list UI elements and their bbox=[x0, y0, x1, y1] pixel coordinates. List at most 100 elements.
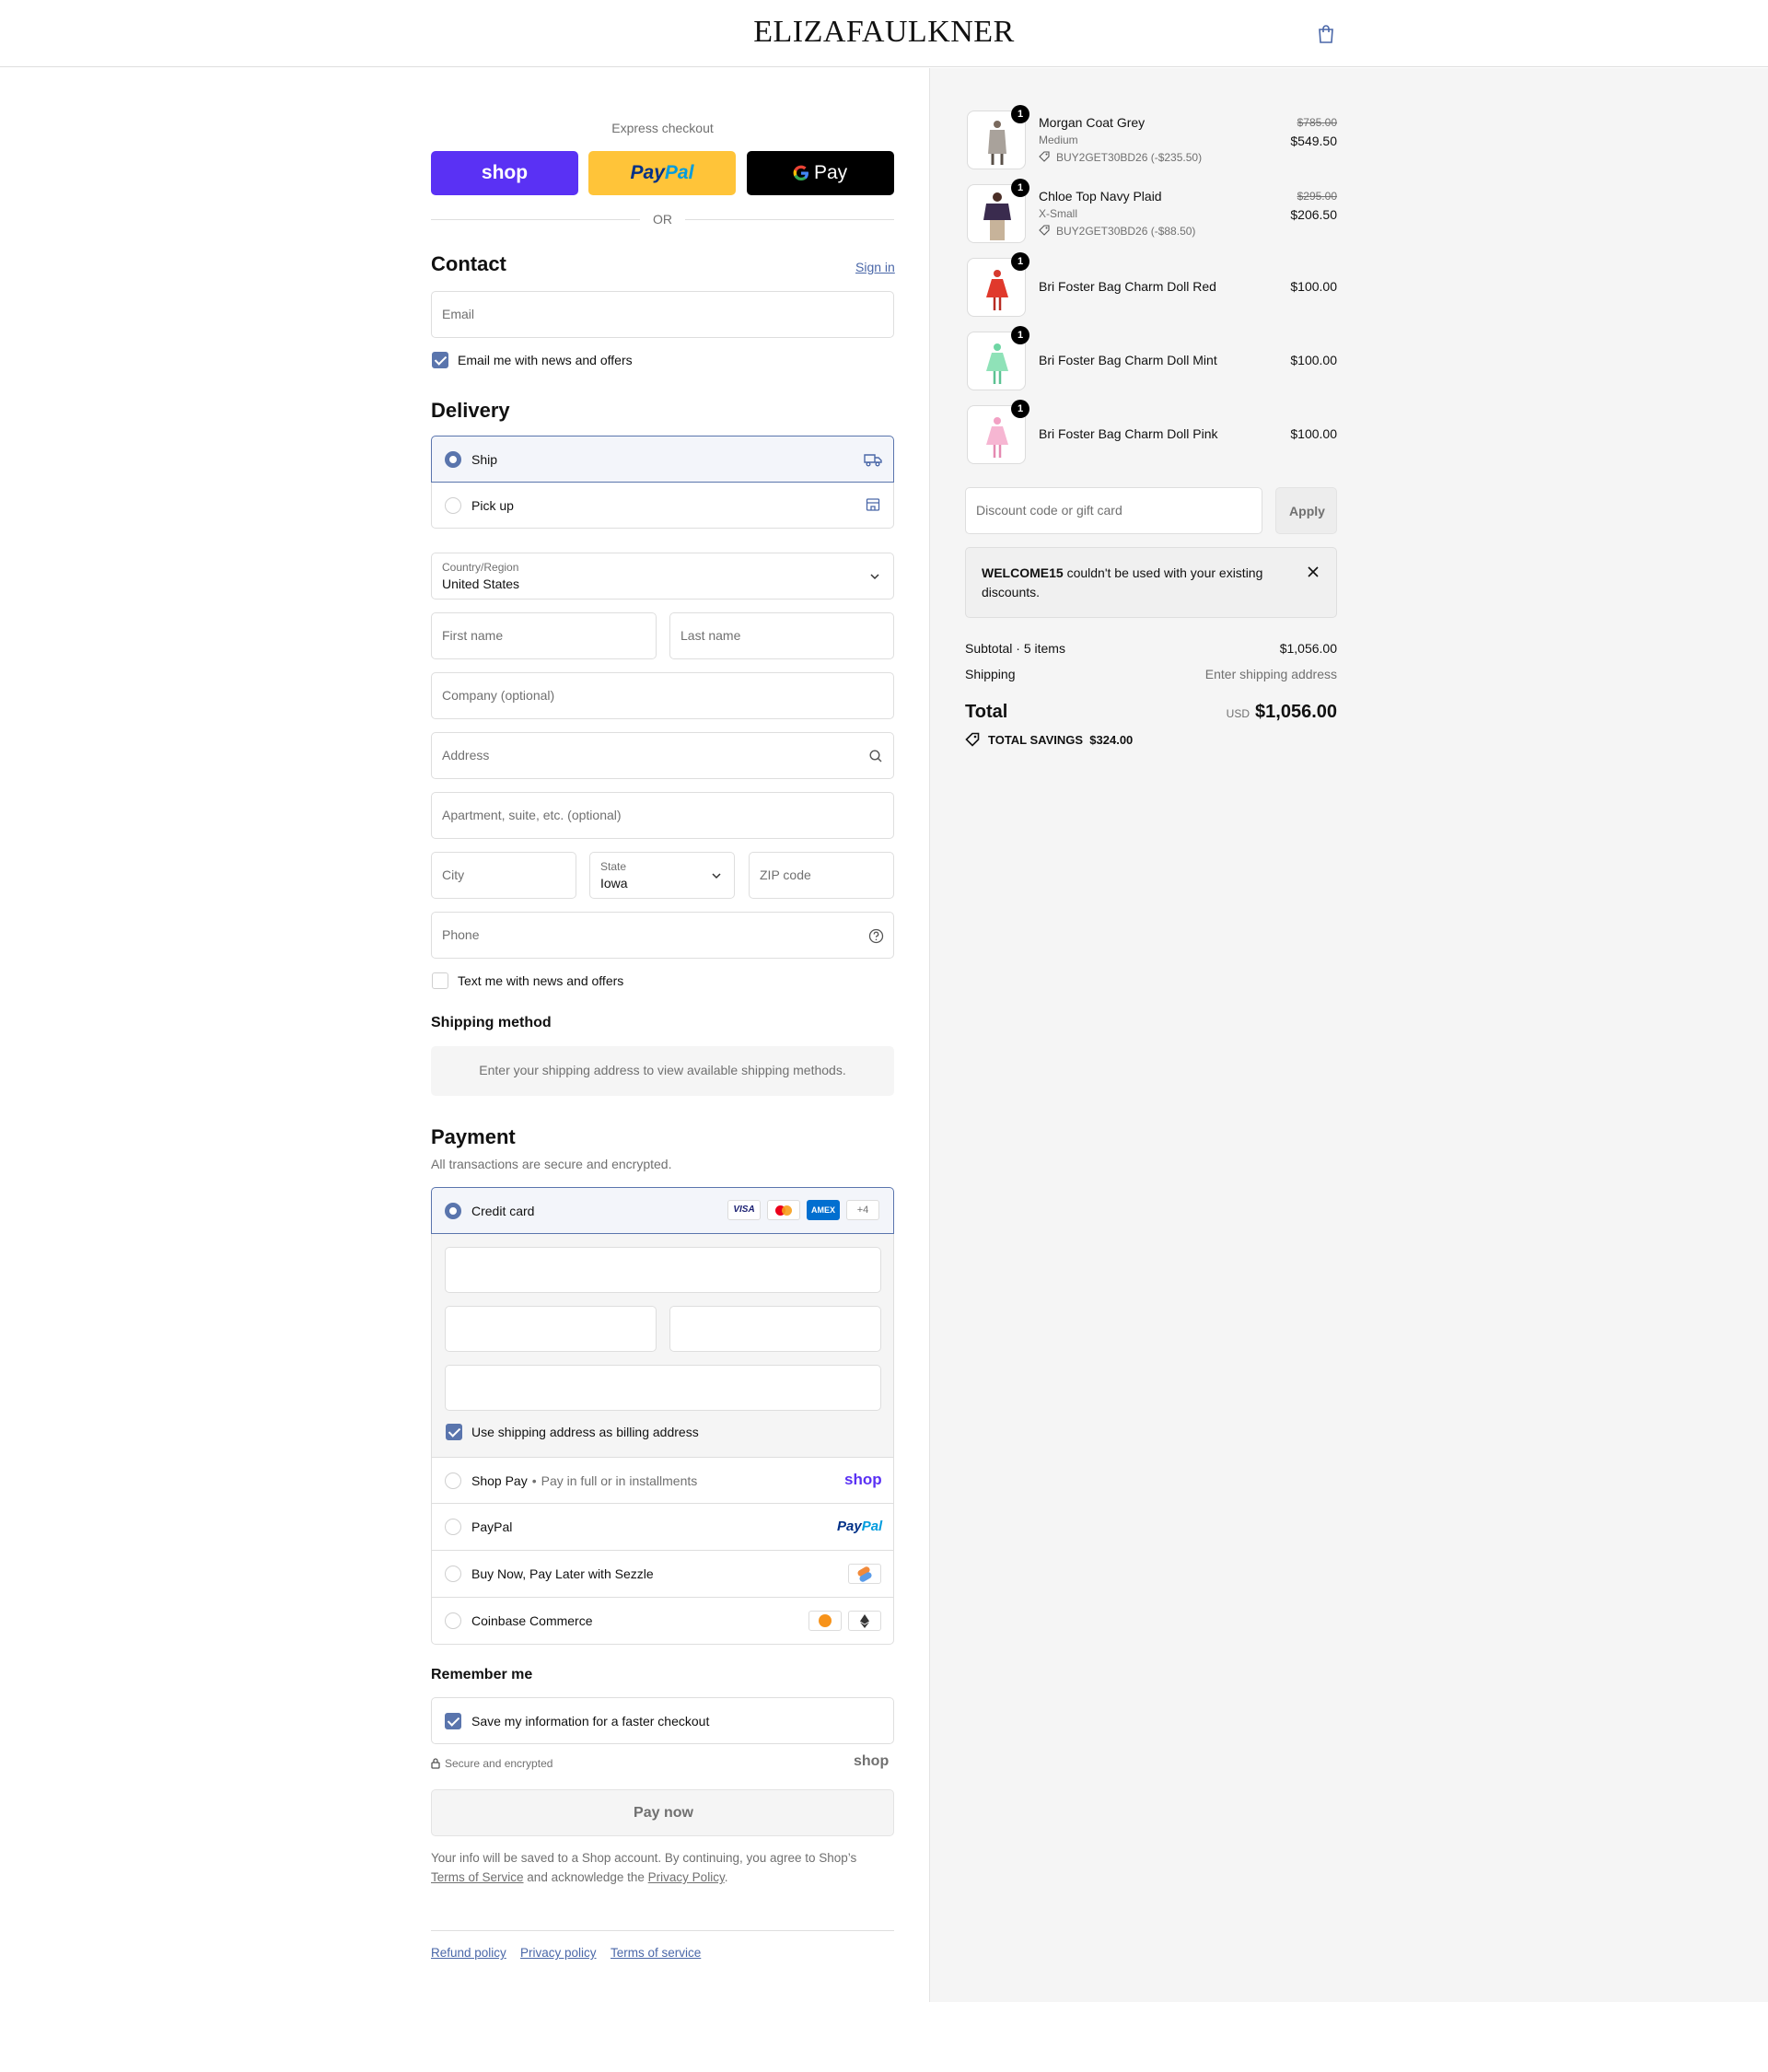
help-circle-icon[interactable] bbox=[868, 928, 884, 944]
subtotal-label: Subtotal · 5 items bbox=[965, 641, 1065, 656]
item-price: $549.50 bbox=[1290, 134, 1337, 148]
shop-pay-label: Shop Pay bbox=[471, 1473, 528, 1488]
discount-code-field[interactable]: Discount code or gift card bbox=[965, 487, 1262, 534]
item-name: Bri Foster Bag Charm Doll Mint bbox=[1039, 353, 1217, 367]
quantity-badge: 1 bbox=[1011, 326, 1029, 344]
shipping-value: Enter shipping address bbox=[1204, 667, 1337, 681]
google-pay-express-button[interactable]: Pay bbox=[747, 151, 894, 195]
text-news-checkbox[interactable] bbox=[432, 972, 448, 989]
chevron-down-icon bbox=[712, 873, 721, 879]
payment-heading: Payment bbox=[431, 1125, 516, 1148]
shop-logo: shop bbox=[854, 1753, 890, 1769]
pickup-option[interactable]: Pick up bbox=[431, 483, 894, 529]
address-field[interactable]: Address bbox=[431, 732, 894, 779]
save-info-checkbox[interactable] bbox=[445, 1713, 461, 1729]
divider bbox=[685, 219, 894, 220]
state-value: Iowa bbox=[600, 876, 628, 890]
truck-icon bbox=[864, 454, 882, 467]
apartment-field[interactable]: Apartment, suite, etc. (optional) bbox=[431, 792, 894, 839]
phone-field[interactable]: Phone bbox=[431, 912, 894, 959]
express-checkout-label: Express checkout bbox=[611, 121, 714, 135]
item-price: $206.50 bbox=[1290, 207, 1337, 222]
remember-me-heading: Remember me bbox=[431, 1667, 533, 1682]
first-name-field[interactable]: First name bbox=[431, 612, 657, 659]
sezzle-option[interactable]: Buy Now, Pay Later with Sezzle bbox=[431, 1551, 894, 1598]
total-label: Total bbox=[965, 702, 1008, 722]
privacy-policy-footer-link[interactable]: Privacy policy bbox=[520, 1946, 597, 1960]
item-original-price: $295.00 bbox=[1297, 190, 1337, 203]
country-select[interactable]: Country/Region United States bbox=[431, 553, 894, 599]
credit-card-radio[interactable] bbox=[445, 1203, 461, 1219]
email-field[interactable]: Email bbox=[431, 291, 894, 338]
item-name: Bri Foster Bag Charm Doll Pink bbox=[1039, 426, 1218, 441]
credit-card-form: Use shipping address as billing address bbox=[431, 1234, 894, 1457]
close-icon[interactable] bbox=[1308, 566, 1319, 577]
billing-address-checkbox[interactable] bbox=[446, 1424, 462, 1440]
item-price: $100.00 bbox=[1290, 353, 1337, 367]
text-news-label: Text me with news and offers bbox=[458, 973, 624, 988]
discount-tag-icon bbox=[1039, 151, 1050, 162]
total-value: $1,056.00 bbox=[1255, 702, 1337, 722]
gpay-label: Pay bbox=[814, 162, 848, 183]
state-select[interactable]: State Iowa bbox=[589, 852, 735, 899]
secure-label: Secure and encrypted bbox=[445, 1757, 553, 1770]
currency-code: USD bbox=[1226, 707, 1250, 720]
subtotal-value: $1,056.00 bbox=[1279, 641, 1337, 656]
shipping-method-notice: Enter your shipping address to view avai… bbox=[431, 1046, 894, 1096]
ship-option[interactable]: Ship bbox=[431, 436, 894, 483]
pay-now-button[interactable]: Pay now bbox=[431, 1789, 894, 1836]
credit-card-option[interactable]: Credit card VISA AMEX +4 bbox=[431, 1187, 894, 1234]
paypal-logo: PayPal bbox=[630, 162, 694, 183]
shopping-bag-icon[interactable] bbox=[1317, 24, 1335, 44]
sign-in-link[interactable]: Sign in bbox=[855, 260, 895, 274]
refund-policy-link[interactable]: Refund policy bbox=[431, 1946, 506, 1960]
terms-of-service-footer-link[interactable]: Terms of service bbox=[611, 1946, 701, 1960]
item-original-price: $785.00 bbox=[1297, 116, 1337, 129]
shop-pay-express-button[interactable]: shop bbox=[431, 151, 578, 195]
shop-pay-logo: shop bbox=[844, 1471, 882, 1488]
terms-of-service-link[interactable]: Terms of Service bbox=[431, 1870, 524, 1884]
city-field[interactable]: City bbox=[431, 852, 576, 899]
paypal-option[interactable]: PayPal PayPal bbox=[431, 1504, 894, 1551]
delivery-heading: Delivery bbox=[431, 399, 510, 422]
sezzle-label: Buy Now, Pay Later with Sezzle bbox=[471, 1566, 654, 1581]
coinbase-radio[interactable] bbox=[445, 1612, 461, 1629]
apply-discount-button[interactable]: Apply bbox=[1275, 487, 1337, 534]
ship-radio[interactable] bbox=[445, 451, 461, 468]
privacy-policy-link[interactable]: Privacy Policy bbox=[648, 1870, 725, 1884]
lock-icon bbox=[431, 1758, 440, 1769]
card-expiry-field[interactable] bbox=[445, 1306, 657, 1352]
shop-pay-radio[interactable] bbox=[445, 1473, 461, 1489]
chevron-down-icon bbox=[870, 574, 879, 580]
coinbase-option[interactable]: Coinbase Commerce bbox=[431, 1598, 894, 1645]
save-info-label: Save my information for a faster checkou… bbox=[471, 1714, 710, 1729]
mastercard-icon bbox=[767, 1200, 800, 1220]
item-name: Morgan Coat Grey bbox=[1039, 115, 1146, 130]
paypal-express-button[interactable]: PayPal bbox=[588, 151, 736, 195]
email-news-checkbox[interactable] bbox=[432, 352, 448, 368]
discount-code: WELCOME15 bbox=[982, 565, 1064, 580]
quantity-badge: 1 bbox=[1011, 179, 1029, 197]
divider bbox=[431, 219, 640, 220]
or-separator: OR bbox=[653, 212, 672, 227]
item-variant: Medium bbox=[1039, 134, 1078, 146]
pickup-label: Pick up bbox=[471, 498, 514, 513]
zip-field[interactable]: ZIP code bbox=[749, 852, 894, 899]
card-name-field[interactable] bbox=[445, 1365, 881, 1411]
last-name-field[interactable]: Last name bbox=[669, 612, 894, 659]
email-news-label: Email me with news and offers bbox=[458, 353, 633, 367]
ethereum-icon bbox=[848, 1611, 881, 1631]
pickup-radio[interactable] bbox=[445, 497, 461, 514]
card-security-code-field[interactable] bbox=[669, 1306, 881, 1352]
visa-icon: VISA bbox=[727, 1200, 761, 1220]
paypal-logo: PayPal bbox=[837, 1519, 883, 1534]
company-field[interactable]: Company (optional) bbox=[431, 672, 894, 719]
total-savings-value: $324.00 bbox=[1089, 733, 1134, 747]
sezzle-radio[interactable] bbox=[445, 1566, 461, 1582]
paypal-radio[interactable] bbox=[445, 1519, 461, 1535]
save-info-box[interactable]: Save my information for a faster checkou… bbox=[431, 1697, 894, 1744]
card-number-field[interactable] bbox=[445, 1247, 881, 1293]
payment-subtitle: All transactions are secure and encrypte… bbox=[431, 1157, 672, 1171]
brand-logo[interactable]: ELIZAFAULKNER bbox=[0, 15, 1768, 50]
shop-pay-option[interactable]: Shop Pay • Pay in full or in installments … bbox=[431, 1457, 894, 1504]
